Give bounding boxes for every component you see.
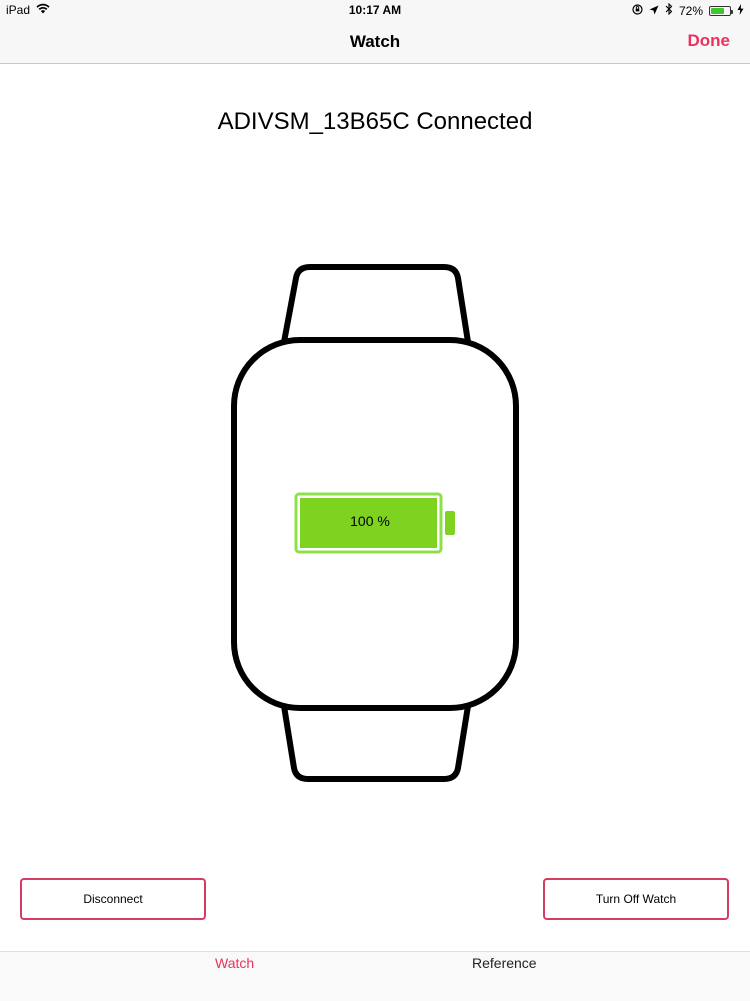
status-bar-right: 72% [632, 2, 744, 18]
battery-icon [709, 5, 733, 16]
watch-battery-label: 100 % [350, 513, 390, 529]
page-title: Watch [349, 32, 401, 51]
done-button[interactable]: Done [688, 31, 731, 51]
tab-bar: Watch Reference [0, 951, 750, 1001]
orientation-lock-icon [632, 3, 643, 18]
navigation-bar: Watch Done [0, 20, 750, 64]
turn-off-watch-button[interactable]: Turn Off Watch [543, 878, 729, 920]
disconnect-button[interactable]: Disconnect [20, 878, 206, 920]
tab-reference[interactable]: Reference [472, 955, 537, 971]
battery-percent: 72% [678, 3, 703, 18]
status-bar: iPad 10:17 AM 72% [0, 0, 750, 20]
charging-icon [737, 3, 744, 18]
location-icon [649, 4, 659, 18]
tab-watch[interactable]: Watch [215, 955, 254, 971]
device-status-title: ADIVSM_13B65C Connected [217, 108, 533, 135]
bluetooth-icon [665, 2, 673, 18]
